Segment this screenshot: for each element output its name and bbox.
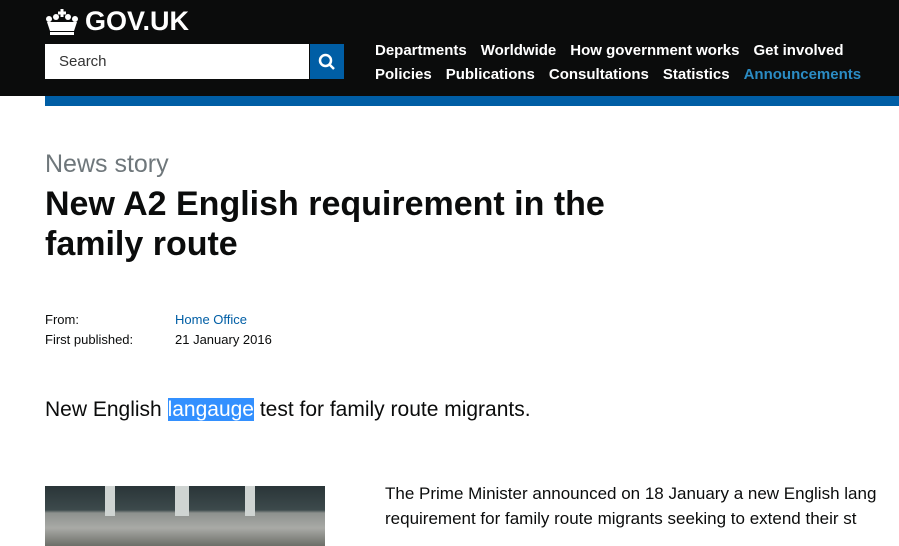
body-line: The Prime Minister announced on 18 Janua… [385, 484, 877, 503]
article-image [45, 486, 325, 546]
meta-published: First published: 21 January 2016 [45, 332, 272, 347]
body-line: requirement for family route migrants se… [385, 509, 857, 528]
site-header: GOV.UK Departments Worldwide How governm… [0, 0, 899, 96]
summary-text: New English [45, 398, 168, 421]
nav-consultations[interactable]: Consultations [549, 66, 649, 83]
nav-announcements[interactable]: Announcements [744, 66, 862, 83]
crown-icon [46, 8, 78, 35]
nav-how-government-works[interactable]: How government works [570, 42, 739, 59]
organisation-link[interactable]: Home Office [175, 312, 247, 327]
published-label: First published: [45, 332, 134, 347]
nav-row-1: Departments Worldwide How government wor… [375, 42, 844, 59]
nav-statistics[interactable]: Statistics [663, 66, 730, 83]
page-title: New A2 English requirement in the family… [45, 185, 605, 263]
content-type: News story [45, 150, 169, 178]
nav-row-2: Policies Publications Consultations Stat… [375, 66, 861, 83]
search-icon [318, 53, 335, 70]
from-label: From: [45, 312, 79, 327]
header-accent-bar [45, 96, 899, 106]
nav-publications[interactable]: Publications [446, 66, 535, 83]
selected-text: langauge [167, 398, 254, 421]
nav-policies[interactable]: Policies [375, 66, 432, 83]
meta-from: From: Home Office [45, 312, 247, 327]
search-button[interactable] [310, 44, 344, 79]
govuk-logo[interactable]: GOV.UK [45, 6, 189, 37]
nav-departments[interactable]: Departments [375, 42, 467, 59]
published-date: 21 January 2016 [175, 332, 272, 347]
summary: New English langauge test for family rou… [45, 398, 531, 422]
logo-text: GOV.UK [85, 6, 190, 36]
search-input[interactable] [45, 44, 309, 79]
summary-text-end: test for family route migrants. [253, 398, 531, 421]
nav-get-involved[interactable]: Get involved [753, 42, 843, 59]
nav-worldwide[interactable]: Worldwide [481, 42, 557, 59]
